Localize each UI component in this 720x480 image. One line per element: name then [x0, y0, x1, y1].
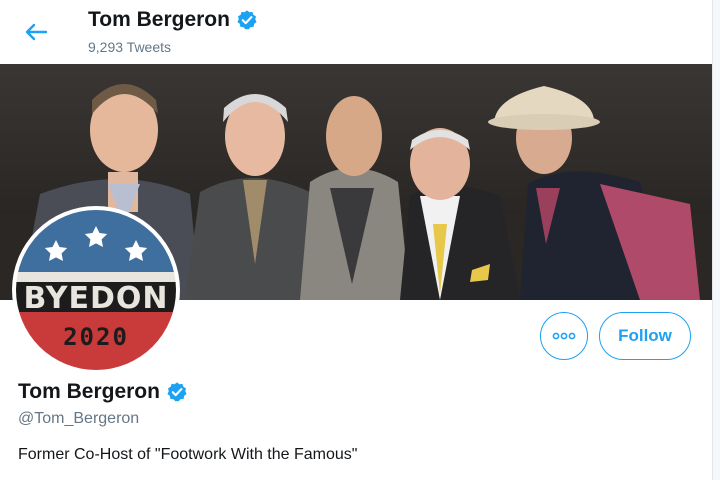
back-arrow-icon[interactable]	[22, 18, 50, 46]
profile-handle: @Tom_Bergeron	[18, 410, 140, 427]
follow-button[interactable]: Follow	[599, 312, 691, 360]
verified-badge-icon	[236, 9, 258, 31]
header-display-name: Tom Bergeron	[88, 8, 230, 31]
profile-header-bar: Tom Bergeron 9,293 Tweets	[0, 0, 720, 64]
avatar-year-text: 2020	[63, 323, 129, 351]
profile-bio: Former Co-Host of "Footwork With the Fam…	[18, 446, 358, 463]
more-dots-icon	[552, 332, 576, 340]
profile-display-name: Tom Bergeron	[18, 380, 160, 403]
tweet-count: 9,293 Tweets	[88, 39, 172, 55]
verified-badge-icon	[166, 381, 188, 403]
profile-avatar[interactable]: BYEDON 2020	[12, 206, 180, 374]
avatar-byedon-text: BYEDON	[24, 281, 169, 316]
header-name-row: Tom Bergeron	[88, 8, 258, 32]
window-edge	[712, 0, 720, 480]
profile-name-row: Tom Bergeron	[18, 380, 188, 404]
more-options-button[interactable]	[540, 312, 588, 360]
